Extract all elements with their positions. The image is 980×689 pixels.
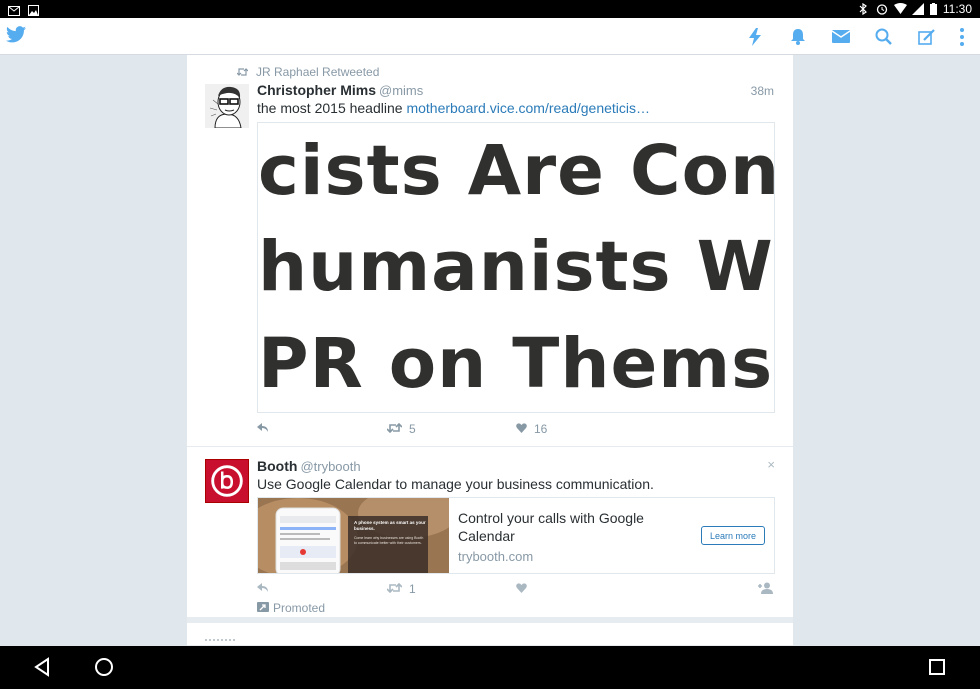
envelope-icon[interactable] — [819, 18, 862, 55]
app-bar — [0, 18, 980, 55]
bell-icon[interactable] — [776, 18, 819, 55]
user-name[interactable]: Booth — [257, 458, 297, 474]
retweet-count: 5 — [409, 422, 416, 436]
media-text-line: PR on Themse — [258, 324, 775, 404]
gmail-icon — [8, 3, 20, 16]
tweet-link[interactable]: motherboard.vice.com/read/geneticis… — [406, 100, 650, 116]
follow-user-icon — [757, 582, 773, 597]
tweet-actions: 5 16 — [257, 422, 547, 436]
avatar[interactable] — [205, 84, 249, 129]
retweet-button[interactable]: 5 — [386, 422, 516, 436]
search-icon[interactable] — [862, 18, 905, 55]
reply-button[interactable] — [257, 422, 387, 436]
battery-icon — [929, 3, 937, 15]
signal-icon — [911, 3, 924, 15]
retweet-count: 1 — [409, 582, 416, 596]
follow-button[interactable] — [757, 582, 773, 597]
photos-icon — [28, 3, 40, 16]
tweet-header: Booth @trybooth — [257, 458, 361, 474]
reply-icon — [257, 582, 269, 596]
tweet-actions: 1 — [257, 582, 775, 596]
back-icon[interactable] — [31, 655, 55, 679]
card-image-heading: A phone system as smart as your business… — [354, 520, 426, 531]
card-domain[interactable]: trybooth.com — [458, 549, 774, 564]
promoted-icon — [257, 601, 269, 615]
user-handle[interactable]: @trybooth — [300, 459, 360, 474]
like-button[interactable] — [516, 582, 527, 596]
like-button[interactable]: 16 — [516, 422, 547, 436]
avatar[interactable] — [205, 459, 249, 503]
wifi-icon — [893, 3, 907, 15]
tweet-media-image[interactable]: cists Are Con humanists W PR on Themse — [257, 122, 775, 413]
recents-icon[interactable] — [925, 655, 949, 679]
user-handle[interactable]: @mims — [379, 83, 423, 98]
heart-icon — [516, 582, 527, 596]
compose-icon[interactable] — [905, 18, 948, 55]
tweet[interactable]: JR Raphael Retweeted Christopher Mims @m… — [187, 55, 793, 447]
bluetooth-icon — [858, 2, 870, 16]
reply-button[interactable] — [257, 582, 387, 596]
tweet-text: the most 2015 headline motherboard.vice.… — [257, 100, 650, 116]
retweet-icon — [386, 582, 403, 596]
tweet-text: Use Google Calendar to manage your busin… — [257, 476, 654, 492]
tweet-header: Christopher Mims @mims — [257, 82, 423, 98]
retweet-context: JR Raphael Retweeted — [236, 65, 379, 79]
media-text-line: humanists W — [258, 227, 774, 307]
media-text-line: cists Are Con — [258, 131, 775, 211]
link-card[interactable]: A phone system as smart as your business… — [257, 497, 775, 574]
status-time: 11:30 — [942, 2, 972, 16]
like-count: 16 — [534, 422, 548, 436]
home-icon[interactable] — [92, 655, 116, 679]
lightning-icon[interactable] — [733, 18, 776, 55]
timeline: JR Raphael Retweeted Christopher Mims @m… — [187, 55, 793, 646]
tweet-time: 38m — [750, 84, 774, 98]
retweet-icon — [386, 422, 403, 436]
learn-more-button[interactable]: Learn more — [701, 526, 765, 545]
card-title: Control your calls with Google Calendar — [458, 510, 644, 544]
twitter-bird-icon[interactable] — [6, 26, 28, 46]
retweet-small-icon — [236, 65, 249, 79]
overflow-menu-icon[interactable] — [948, 18, 976, 55]
status-bar: 11:30 — [0, 0, 980, 18]
user-name[interactable]: Christopher Mims — [257, 82, 376, 98]
tweet-partial[interactable] — [187, 623, 793, 646]
promoted-label: Promoted — [257, 601, 325, 615]
tweet-text-body: the most 2015 headline — [257, 100, 407, 116]
retweet-button[interactable]: 1 — [386, 582, 516, 596]
navigation-bar — [0, 646, 980, 689]
card-body: Control your calls with Google Calendar … — [449, 498, 774, 573]
partial-content — [205, 639, 235, 646]
reply-icon — [257, 422, 269, 436]
card-image-body: Come learn why businesses are using Boot… — [354, 536, 424, 545]
dismiss-button[interactable]: × — [767, 457, 775, 472]
card-image: A phone system as smart as your business… — [258, 498, 449, 573]
alarm-icon — [876, 3, 888, 15]
heart-icon — [516, 422, 527, 436]
promoted-tweet[interactable]: Booth @trybooth × Use Google Calendar to… — [187, 447, 793, 623]
promoted-text: Promoted — [273, 601, 326, 615]
